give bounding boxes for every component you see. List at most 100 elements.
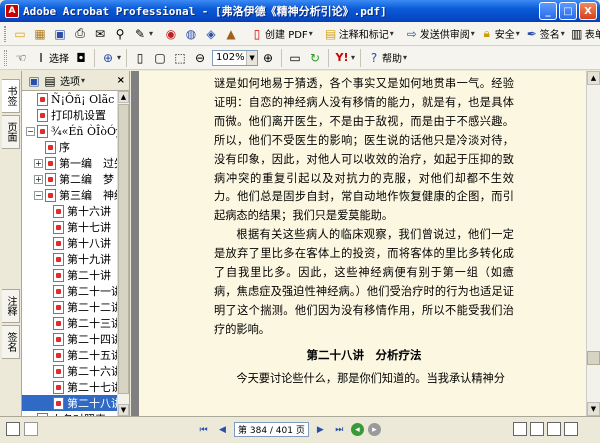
expand-icon[interactable]: + bbox=[34, 174, 43, 184]
tab-comments[interactable]: 注释 bbox=[2, 289, 20, 323]
panel-header: ▣ ▤ 选项 ▾ × bbox=[22, 71, 129, 91]
collapse-icon[interactable]: − bbox=[26, 126, 35, 136]
bookmark-item[interactable]: Ñ¡Ôñ¡ Olãc bbox=[22, 91, 118, 107]
tab-bookmarks[interactable]: 书签 bbox=[2, 79, 20, 113]
document-scrollbar[interactable]: ▲ ▼ bbox=[586, 71, 600, 416]
snapshot-button[interactable]: ◘ bbox=[71, 48, 91, 68]
bookmark-item[interactable]: 第二十五讲 bbox=[22, 347, 118, 363]
forms-button[interactable]: ▥表单▾ bbox=[567, 24, 600, 44]
options-menu[interactable]: 选项 ▾ bbox=[58, 71, 87, 91]
tab-signatures[interactable]: 签名 bbox=[2, 325, 20, 359]
comments-button[interactable]: ▤ 注释和标记 ▾ bbox=[321, 24, 396, 44]
facing-layout-icon[interactable] bbox=[547, 422, 561, 436]
save-button[interactable]: ▣ bbox=[50, 24, 70, 44]
bookmark-expand-icon[interactable]: ▣ bbox=[26, 73, 42, 89]
collapse-icon[interactable]: − bbox=[34, 190, 43, 200]
bookmark-icon bbox=[45, 188, 56, 202]
new-bookmark-icon[interactable]: ▤ bbox=[42, 73, 58, 89]
bookmark-item[interactable]: + 第一编 过失 bbox=[22, 155, 118, 171]
hand-tool-button[interactable]: ☜ bbox=[11, 48, 31, 68]
zoom-level-field[interactable]: 102% ▼ bbox=[212, 49, 259, 66]
maximize-button[interactable]: □ bbox=[559, 2, 577, 20]
bookmark-item[interactable]: + 第二编 梦 bbox=[22, 171, 118, 187]
bookmark-item[interactable]: 第二十七讲 bbox=[22, 379, 118, 395]
close-button[interactable]: X bbox=[579, 2, 597, 20]
bookmark-item[interactable]: − 第三编 神经 bbox=[22, 187, 118, 203]
scroll-thumb[interactable] bbox=[118, 104, 129, 394]
continuous-layout-icon[interactable] bbox=[530, 422, 544, 436]
bookmark-icon bbox=[53, 236, 64, 250]
last-page-button[interactable]: ⏭ bbox=[332, 422, 347, 437]
expand-icon[interactable]: + bbox=[34, 158, 43, 168]
bookmark-item[interactable]: 第二十讲 bbox=[22, 267, 118, 283]
next-page-button[interactable]: ▶ bbox=[313, 422, 328, 437]
bookmark-item[interactable]: 第十八讲 bbox=[22, 235, 118, 251]
zoom-in-button[interactable]: ⊕ bbox=[258, 48, 278, 68]
bookmark-item[interactable]: 第十七讲 bbox=[22, 219, 118, 235]
actual-size-button[interactable]: ▯ bbox=[130, 48, 150, 68]
single-page-button[interactable]: ▭ bbox=[285, 48, 305, 68]
bookmark-item[interactable]: − ¾«Éñ ÒÎòÓýÂ0 bbox=[22, 123, 118, 139]
review-button[interactable]: ◍ bbox=[181, 24, 201, 44]
yahoo-button[interactable]: Y! ▾ bbox=[332, 48, 357, 68]
zoom-tool-button[interactable]: ⊕ ▾ bbox=[98, 48, 123, 68]
previous-page-button[interactable]: ◀ bbox=[215, 422, 230, 437]
bookmark-button[interactable]: ◈ bbox=[201, 24, 221, 44]
single-page-layout-icon[interactable] bbox=[513, 422, 527, 436]
chevron-down-icon[interactable]: ▼ bbox=[246, 50, 258, 65]
print-button[interactable]: ⎙ bbox=[70, 24, 90, 44]
open-button[interactable]: ▭ bbox=[10, 24, 30, 44]
stamp-button[interactable]: ▲ bbox=[221, 24, 241, 44]
page-size-icon[interactable] bbox=[6, 422, 20, 436]
page-number-field[interactable]: 第 384 / 401 页 bbox=[234, 422, 309, 437]
fit-page-button[interactable]: ▢ bbox=[150, 48, 170, 68]
bookmark-item[interactable]: 第十六讲 bbox=[22, 203, 118, 219]
bookmark-item[interactable]: 打印机设置 bbox=[22, 107, 118, 123]
continuous-facing-layout-icon[interactable] bbox=[564, 422, 578, 436]
scroll-up-icon[interactable]: ▲ bbox=[587, 71, 600, 85]
bookmark-item[interactable]: 序 bbox=[22, 139, 118, 155]
select-tool-button[interactable]: Ι 选择 bbox=[31, 48, 71, 68]
first-page-button[interactable]: ⏮ bbox=[196, 422, 211, 437]
bookmark-icon bbox=[53, 364, 64, 378]
scroll-thumb[interactable] bbox=[587, 351, 600, 365]
zoom-out-button[interactable]: ⊖ bbox=[190, 48, 210, 68]
rotate-button[interactable]: ↻ bbox=[305, 48, 325, 68]
email-button[interactable]: ✉ bbox=[90, 24, 110, 44]
bookmark-item[interactable]: 第二十三讲 bbox=[22, 315, 118, 331]
organizer-button[interactable]: ▦ bbox=[30, 24, 50, 44]
web-button[interactable]: ◉ bbox=[161, 24, 181, 44]
attach-button[interactable]: ✎ ▾ bbox=[130, 24, 155, 44]
minimize-button[interactable]: _ bbox=[539, 2, 557, 20]
sign-button[interactable]: ✒ 签名 ▾ bbox=[522, 24, 567, 44]
toolbar-grip[interactable] bbox=[4, 49, 7, 66]
bookmark-item[interactable]: 第二十一讲 bbox=[22, 283, 118, 299]
panel-scrollbar[interactable]: ▲ ▼ bbox=[117, 91, 129, 416]
page-info-icon[interactable] bbox=[24, 422, 38, 436]
toolbar-separator bbox=[94, 48, 95, 67]
document-view[interactable]: 谜是如何地易于猜透，各个事实又是如何地贯串一气。经验证明：自恋的神经病人没有移情… bbox=[131, 71, 586, 416]
scroll-down-icon[interactable]: ▼ bbox=[587, 402, 600, 416]
tab-pages[interactable]: 页面 bbox=[2, 115, 20, 149]
help-button[interactable]: ? 帮助 ▾ bbox=[364, 48, 409, 68]
bookmark-icon bbox=[53, 380, 64, 394]
previous-view-icon[interactable]: ◂ bbox=[350, 423, 364, 436]
scroll-up-icon[interactable]: ▲ bbox=[118, 91, 129, 103]
bookmark-item[interactable]: 第二十八讲 bbox=[22, 395, 118, 411]
bookmark-item[interactable]: 第十九讲 bbox=[22, 251, 118, 267]
bookmark-item[interactable]: 第二十六讲 bbox=[22, 363, 118, 379]
create-pdf-button[interactable]: ▯ 创建 PDF ▾ bbox=[247, 24, 315, 44]
scroll-down-icon[interactable]: ▼ bbox=[118, 404, 129, 416]
search-button[interactable]: ⚲ bbox=[110, 24, 130, 44]
title-bar: A Adobe Acrobat Professional - [弗洛伊德《精神分… bbox=[0, 0, 600, 22]
bookmark-label: Ñ¡Ôñ¡ Olãc bbox=[51, 92, 115, 106]
close-panel-button[interactable]: × bbox=[117, 75, 125, 86]
bookmark-icon bbox=[45, 156, 56, 170]
send-review-button[interactable]: ⇨ 发送供审阅 ▾ bbox=[402, 24, 477, 44]
bookmark-item[interactable]: 第二十四讲 bbox=[22, 331, 118, 347]
bookmark-item[interactable]: 第二十二讲 bbox=[22, 299, 118, 315]
next-view-icon[interactable]: ▸ bbox=[367, 423, 381, 436]
security-button[interactable]: 🔒︎ 安全 ▾ bbox=[477, 24, 522, 44]
fit-width-button[interactable]: ⬚ bbox=[170, 48, 190, 68]
toolbar-grip[interactable] bbox=[4, 25, 6, 42]
